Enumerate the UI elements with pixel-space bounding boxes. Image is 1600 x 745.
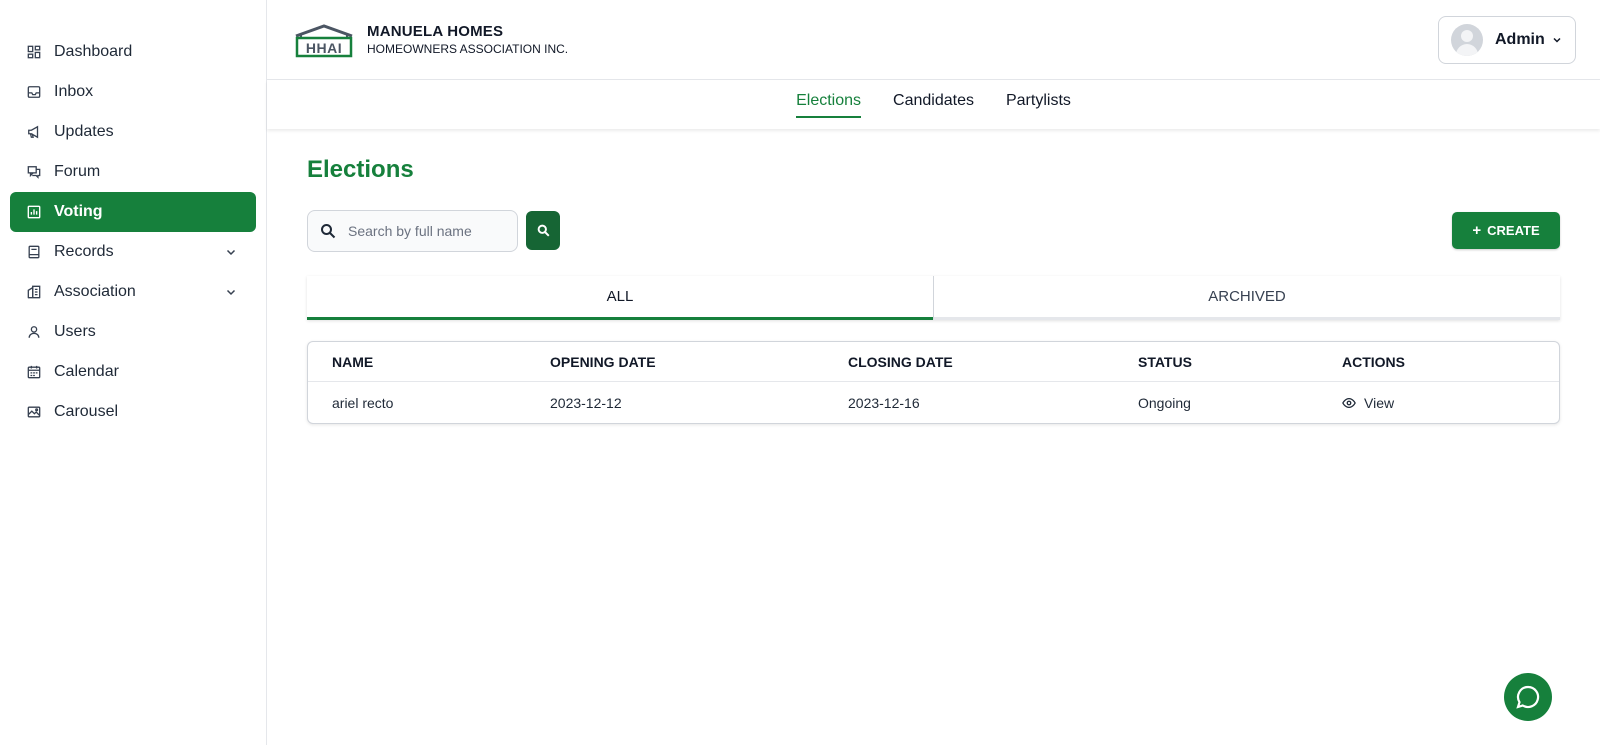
sidebar-item-label: Forum [54, 163, 101, 180]
sidebar-item-label: Voting [54, 203, 103, 220]
tab-candidates[interactable]: Candidates [893, 92, 974, 118]
sidebar-item-label: Inbox [54, 83, 94, 100]
brand-title: MANUELA HOMES [367, 23, 504, 40]
column-header-opening-date: OPENING DATE [550, 353, 656, 370]
cell-name: ariel recto [332, 394, 394, 411]
sidebar-item-association[interactable]: Association [10, 272, 256, 312]
column-header-actions: ACTIONS [1342, 353, 1405, 370]
search-box [307, 210, 518, 252]
sidebar-item-label: Updates [54, 123, 114, 140]
column-header-name: NAME [332, 353, 374, 370]
cell-closing-date: 2023-12-16 [848, 394, 920, 411]
calendar-icon [26, 364, 42, 380]
megaphone-icon [26, 124, 42, 140]
eye-icon [1342, 397, 1356, 408]
elections-table: NAME OPENING DATE CLOSING DATE STATUS AC… [307, 341, 1560, 424]
create-button[interactable]: + CREATE [1452, 212, 1560, 249]
tab-partylists[interactable]: Partylists [1006, 92, 1071, 118]
view-label: View [1364, 394, 1395, 411]
chevron-down-icon [1553, 37, 1561, 43]
search-input[interactable] [348, 223, 508, 239]
search-icon [537, 224, 549, 237]
sidebar-item-carousel[interactable]: Carousel [10, 392, 256, 432]
search-button[interactable] [526, 211, 560, 250]
plus-icon: + [1472, 222, 1482, 239]
sidebar-item-dashboard[interactable]: Dashboard [10, 32, 256, 72]
chat-button[interactable] [1504, 673, 1552, 721]
search-icon [321, 224, 336, 239]
user-menu-button[interactable]: Admin [1438, 16, 1576, 64]
svg-text:HHAI: HHAI [306, 40, 342, 56]
tab-archived[interactable]: ARCHIVED [933, 276, 1560, 320]
sidebar-item-voting[interactable]: Voting [10, 192, 256, 232]
table-row: ariel recto 2023-12-12 2023-12-16 Ongoin… [308, 382, 1559, 423]
sidebar-item-label: Dashboard [54, 43, 133, 60]
building-icon [26, 284, 42, 300]
top-header: HHAI MANUELA HOMES HOMEOWNERS ASSOCIATIO… [267, 0, 1600, 80]
sidebar: Dashboard Inbox Updates Forum Voting Rec… [0, 0, 267, 745]
column-header-closing-date: CLOSING DATE [848, 353, 953, 370]
chevron-down-icon [226, 289, 236, 296]
poll-icon [26, 204, 42, 220]
sidebar-item-label: Records [54, 243, 114, 260]
dashboard-icon [26, 44, 42, 60]
user-icon [26, 324, 42, 340]
images-icon [26, 404, 42, 420]
sub-navigation: Elections Candidates Partylists [267, 80, 1600, 129]
sidebar-item-updates[interactable]: Updates [10, 112, 256, 152]
sidebar-item-label: Calendar [54, 363, 119, 380]
column-header-status: STATUS [1138, 353, 1192, 370]
chat-bubbles-icon [26, 164, 42, 180]
sidebar-item-label: Association [54, 283, 136, 300]
sidebar-item-users[interactable]: Users [10, 312, 256, 352]
chat-bubble-icon [1516, 685, 1540, 709]
brand-subtitle: HOMEOWNERS ASSOCIATION INC. [367, 42, 569, 56]
tab-elections[interactable]: Elections [796, 92, 862, 118]
create-button-label: CREATE [1487, 223, 1540, 238]
avatar [1451, 24, 1483, 56]
hhai-logo: HHAI [295, 24, 353, 58]
main-content: Elections + CREATE ALL ARCHIVED NAME OPE… [267, 129, 1600, 745]
cell-opening-date: 2023-12-12 [550, 394, 622, 411]
sidebar-item-records[interactable]: Records [10, 232, 256, 272]
book-icon [26, 244, 42, 260]
view-button[interactable]: View [1342, 395, 1394, 411]
page-title: Elections [307, 156, 414, 183]
cell-status: Ongoing [1138, 394, 1191, 411]
chevron-down-icon [226, 249, 236, 256]
sidebar-item-calendar[interactable]: Calendar [10, 352, 256, 392]
election-tabs: ALL ARCHIVED [307, 276, 1560, 320]
user-name: Admin [1495, 31, 1545, 48]
tab-all[interactable]: ALL [307, 276, 933, 320]
sidebar-item-label: Users [54, 323, 96, 340]
sidebar-item-forum[interactable]: Forum [10, 152, 256, 192]
inbox-icon [26, 84, 42, 100]
table-header-row: NAME OPENING DATE CLOSING DATE STATUS AC… [308, 342, 1559, 382]
sidebar-item-label: Carousel [54, 403, 119, 420]
sidebar-item-inbox[interactable]: Inbox [10, 72, 256, 112]
